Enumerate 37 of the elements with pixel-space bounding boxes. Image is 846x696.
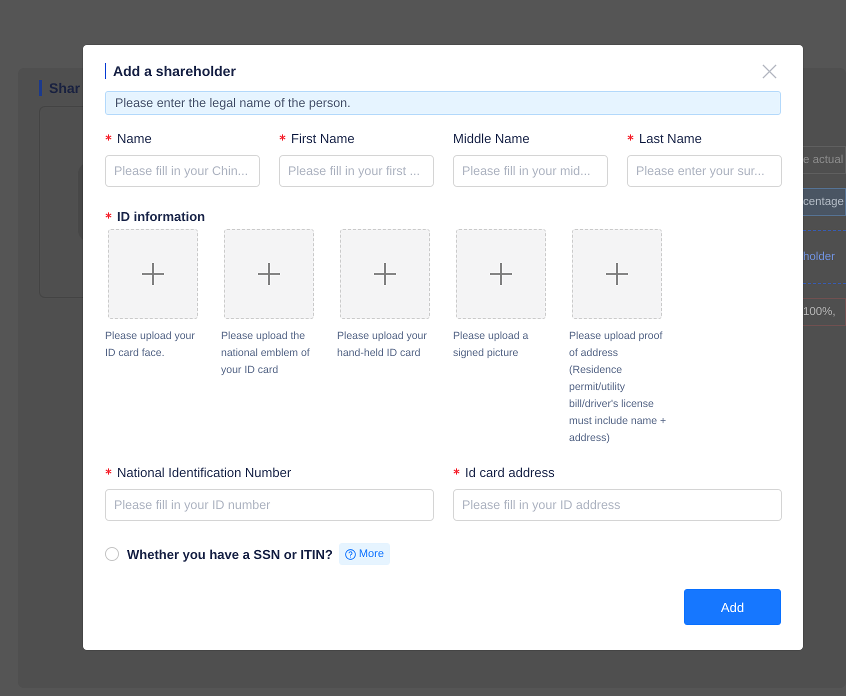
- plus-icon: [142, 263, 164, 285]
- help-icon: [344, 548, 356, 560]
- field-label: National Identification Number: [117, 464, 292, 482]
- plus-icon: [374, 263, 396, 285]
- percentage-button[interactable]: centage: [803, 188, 846, 216]
- radio-button[interactable]: [105, 547, 119, 561]
- upload-box[interactable]: [108, 229, 198, 319]
- upload-caption: Please upload your ID card face.: [105, 329, 196, 361]
- plus-icon: [606, 263, 628, 285]
- field-label: Id card address: [465, 464, 555, 482]
- field-label: Name: [117, 130, 152, 148]
- upload-caption: Please upload a signed picture: [453, 329, 530, 361]
- notice-banner: Please enter the legal name of the person.: [105, 91, 781, 115]
- input-field[interactable]: Please fill in your ID address: [453, 489, 782, 521]
- upload-box[interactable]: [340, 229, 430, 319]
- plus-icon: [258, 263, 280, 285]
- upload-caption: Please upload proof of address (Residence permit/utility bill/driver's license must include name + address): [569, 329, 668, 446]
- close-icon[interactable]: [762, 64, 777, 78]
- upload-box[interactable]: [224, 229, 314, 319]
- plus-icon: [490, 263, 512, 285]
- add-button[interactable]: Add: [684, 589, 781, 625]
- input-field[interactable]: Please enter your sur...: [627, 155, 782, 187]
- more-button[interactable]: More: [338, 543, 390, 565]
- upload-caption: Please upload your hand-held ID card: [337, 329, 428, 361]
- upload-box[interactable]: [572, 229, 662, 319]
- upload-caption: Please upload the national emblem of your ID card: [221, 329, 311, 378]
- input-field[interactable]: Please fill in your Chin...: [105, 155, 260, 187]
- upload-box[interactable]: [456, 229, 546, 319]
- input-field[interactable]: Please fill in your ID number: [105, 489, 434, 521]
- field-label: Middle Name: [453, 130, 530, 148]
- input-field[interactable]: Please fill in your first ...: [279, 155, 434, 187]
- ssn-label: Whether you have a SSN or ITIN?: [127, 546, 333, 562]
- field-label: ID information: [117, 208, 206, 226]
- field-label: Last Name: [639, 130, 702, 148]
- field-label: First Name: [291, 130, 355, 148]
- dialog-title: Add a shareholder: [105, 63, 236, 79]
- input-field[interactable]: Please fill in your mid...: [453, 155, 608, 187]
